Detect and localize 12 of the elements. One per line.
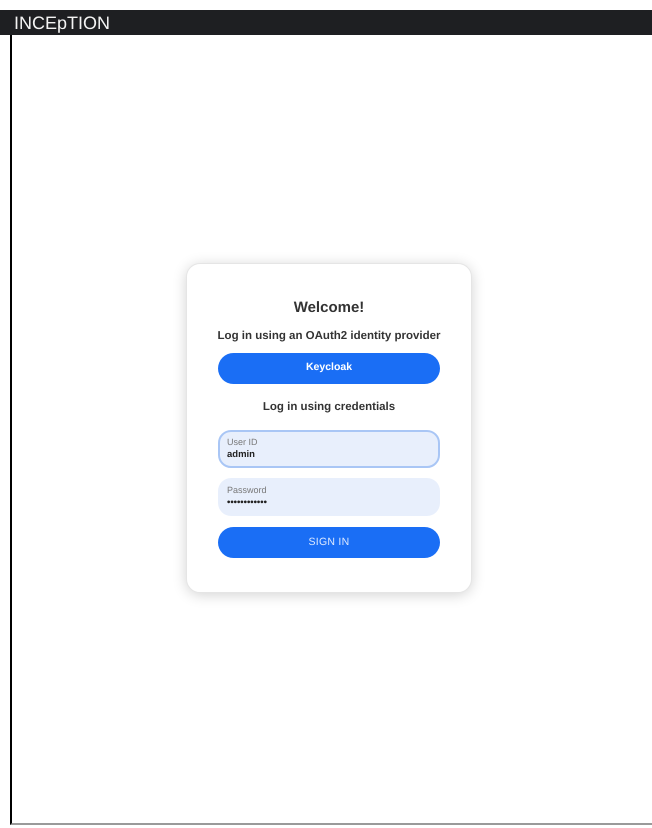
credentials-label: Log in using credentials [262,400,396,415]
welcome-heading: Welcome! [294,298,364,318]
window-title: INCEpTION [14,14,110,32]
keycloak-button[interactable]: Keycloak [218,352,440,384]
sign-in-button[interactable]: SIGN IN [218,527,440,558]
field-value: •••••••••••• [227,496,268,509]
field-label: Password [227,485,268,496]
field-label: User ID [227,437,259,448]
field-value: admin [227,448,256,461]
input-field[interactable]: User ID admin [218,430,440,468]
input-field[interactable]: Password •••••••••••• [218,478,440,516]
oauth-label: Log in using an OAuth2 identity provider [218,328,440,344]
